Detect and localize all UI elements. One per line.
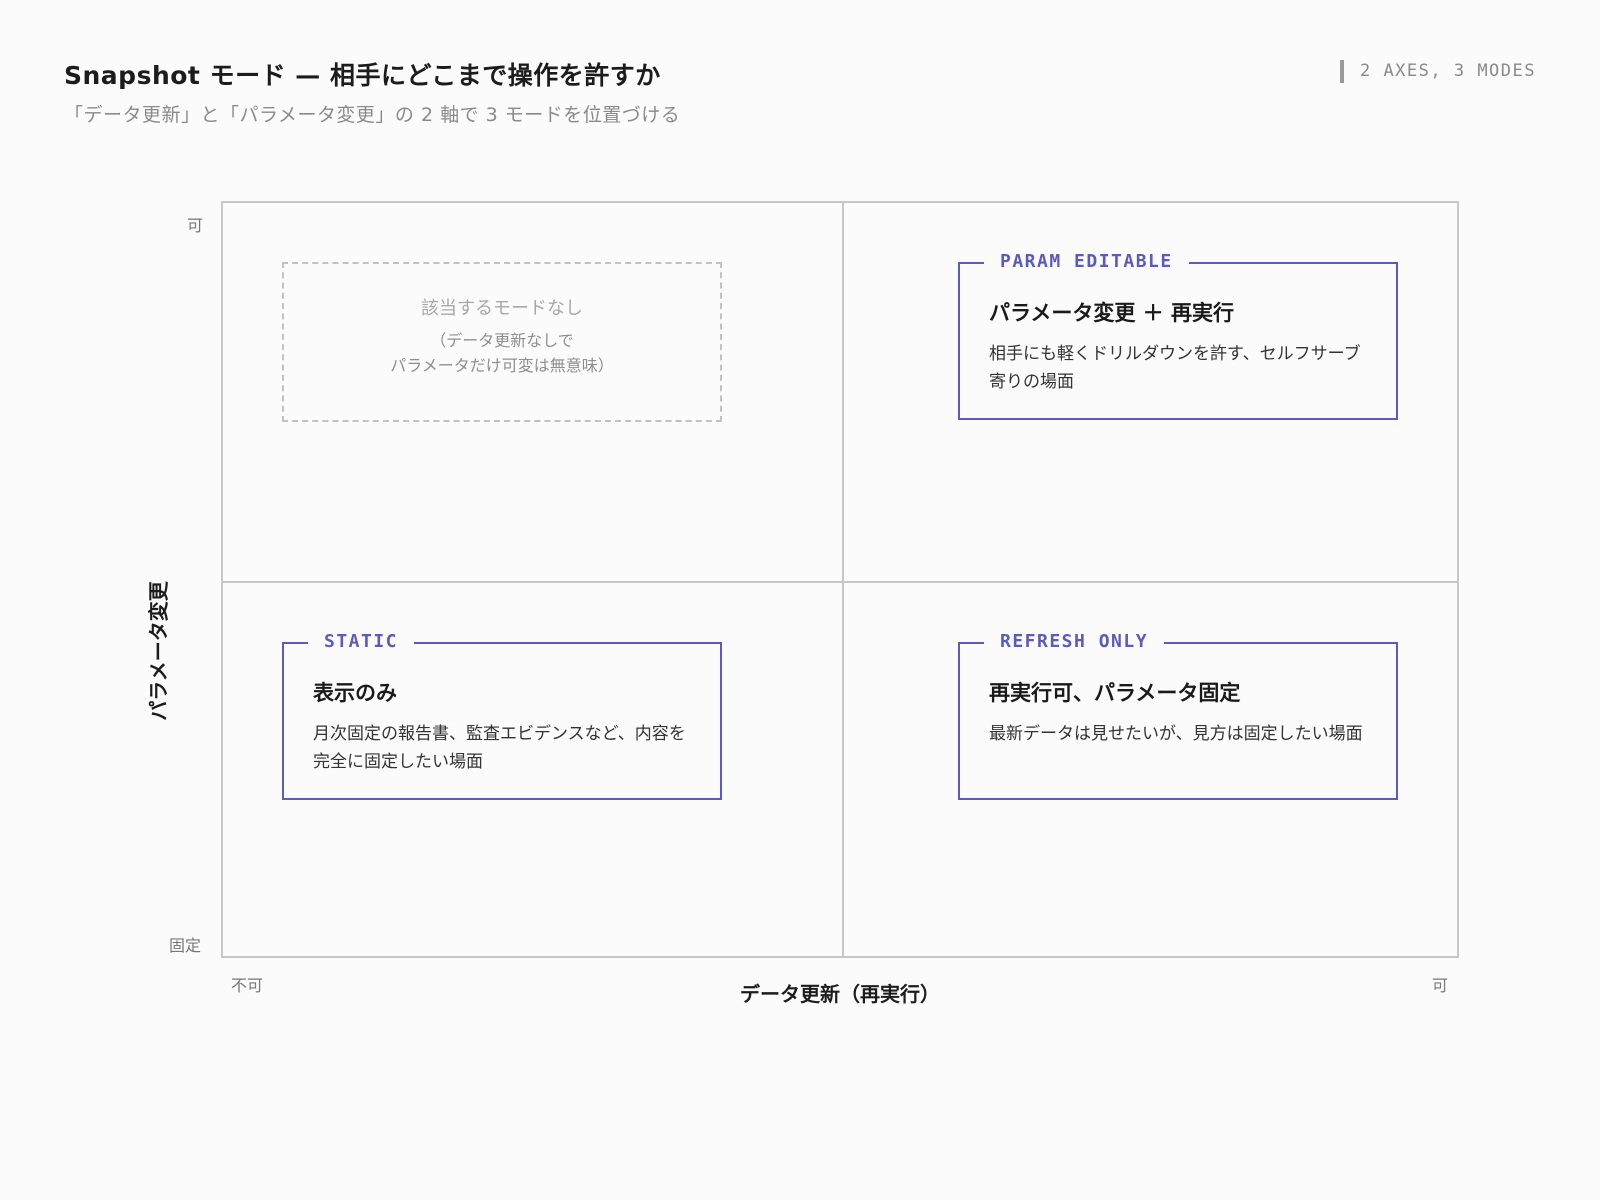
x-axis-title: データ更新（再実行） [740,982,940,1006]
mode-tag: PARAM EDITABLE [984,250,1189,274]
empty-quadrant-box: 該当するモードなし （データ更新なしで パラメータだけ可変は無意味） [282,262,722,422]
mode-heading: 表示のみ [313,681,397,705]
page-title: Snapshot モード — 相手にどこまで操作を許すか [64,61,661,90]
mode-heading: 再実行可、パラメータ固定 [989,681,1241,705]
x-axis-low-label: 不可 [231,976,264,995]
mode-description: 月次固定の報告書、監査エビデンスなど、内容を完全に固定したい場面 [313,724,686,772]
mode-heading: パラメータ変更 ＋ 再実行 [989,301,1234,325]
mode-card-param-editable: PARAM EDITABLE パラメータ変更 ＋ 再実行 相手にも軽くドリルダウ… [958,250,1398,420]
mode-tag: REFRESH ONLY [984,630,1165,654]
mode-description: 最新データは見せたいが、見方は固定したい場面 [989,724,1363,744]
y-axis-title: パラメータ変更 [146,581,171,721]
mode-card-refresh-only: REFRESH ONLY 再実行可、パラメータ固定 最新データは見せたいが、見方… [958,630,1398,800]
mode-card-static: STATIC 表示のみ 月次固定の報告書、監査エビデンスなど、内容を完全に固定し… [282,630,722,800]
corner-tag: 2 AXES, 3 MODES [1339,60,1536,83]
x-axis-high-label: 可 [1432,976,1449,995]
y-axis-high-label: 可 [187,216,204,235]
y-axis-low-label: 固定 [169,936,202,955]
vertical-divider [842,203,844,956]
empty-quadrant-note: （データ更新なしで パラメータだけ可変は無意味） [390,331,614,375]
mode-tag: STATIC [308,630,415,654]
mode-description: 相手にも軽くドリルダウンを許す、セルフサーブ寄りの場面 [989,344,1361,392]
horizontal-divider [223,581,1457,583]
page-subtitle: 「データ更新」と「パラメータ変更」の 2 軸で 3 モードを位置づける [64,104,681,126]
empty-quadrant-title: 該当するモードなし [421,298,583,319]
